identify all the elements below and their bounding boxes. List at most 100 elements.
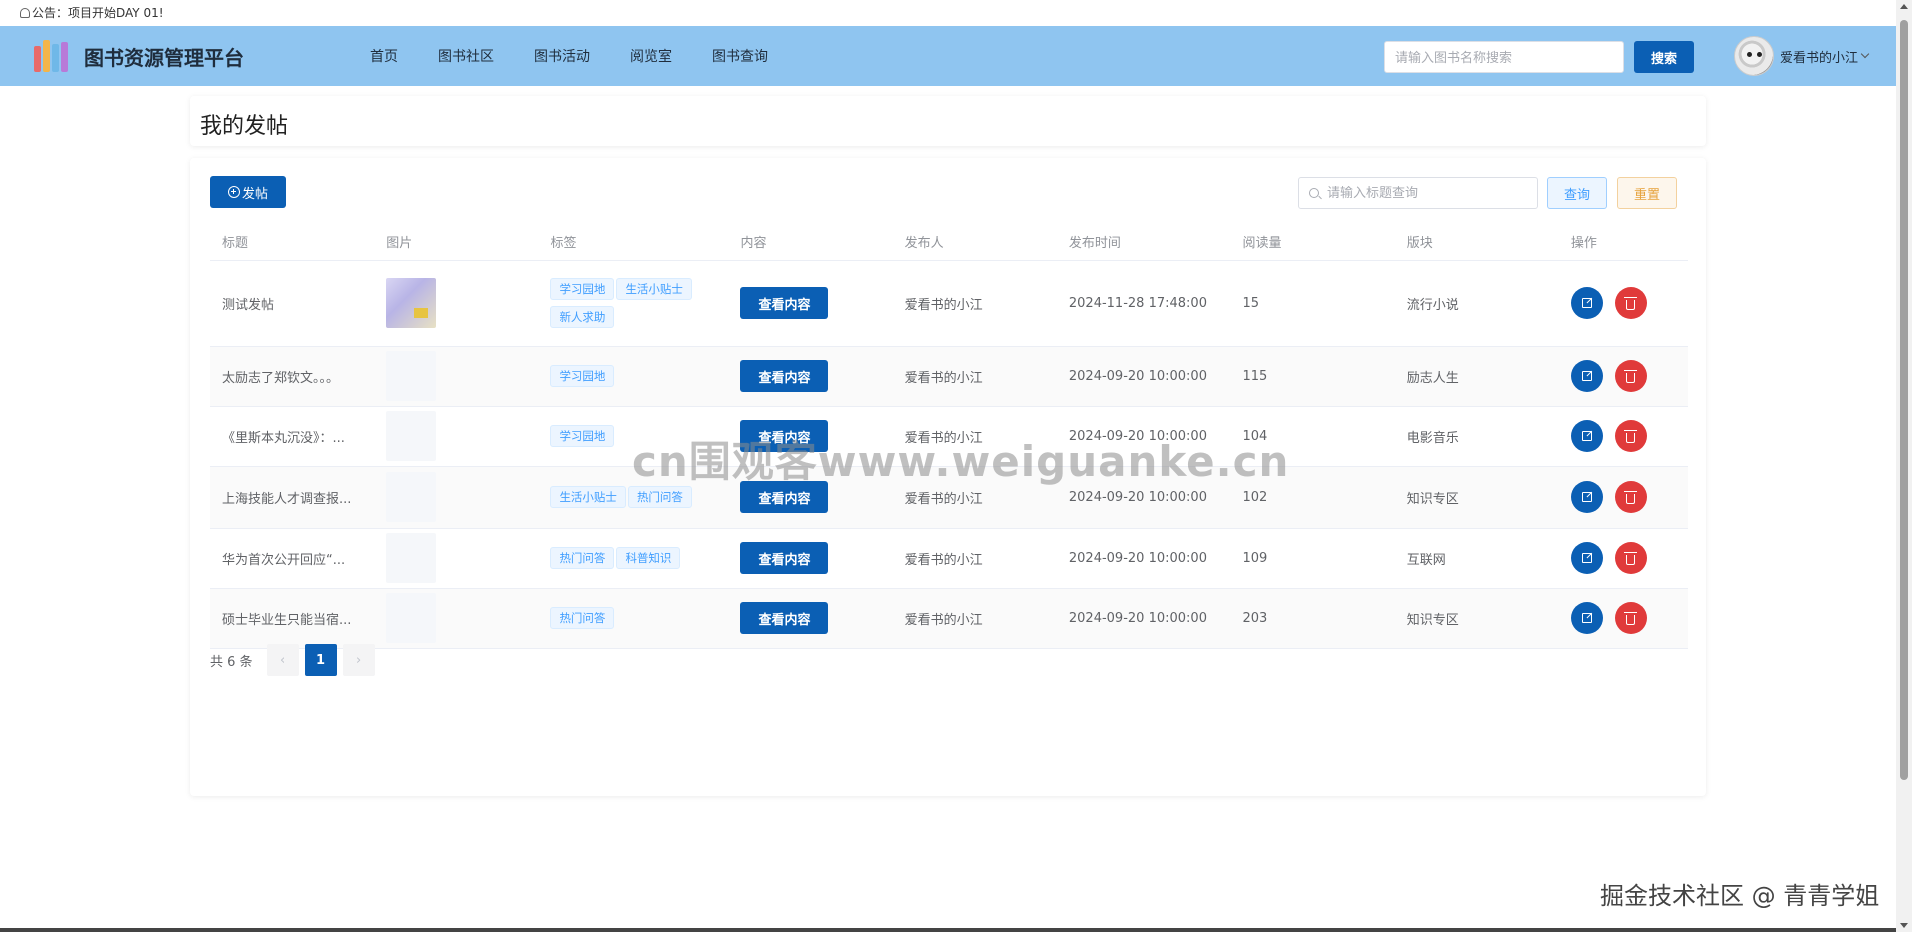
- post-title: 太励志了郑钦文。。。: [210, 346, 375, 407]
- post-title: 上海技能人才调查报...: [210, 466, 375, 529]
- post-image[interactable]: [386, 533, 437, 583]
- reset-button[interactable]: 重置: [1617, 177, 1677, 209]
- footer-watermark: 掘金技术社区 @ 青青学姐: [1600, 882, 1880, 910]
- delete-button[interactable]: [1614, 360, 1647, 392]
- post-image-cell: [374, 528, 539, 589]
- delete-button[interactable]: [1614, 602, 1647, 634]
- search-icon: [1309, 188, 1319, 198]
- nav-item-book-query[interactable]: 图书查询: [712, 46, 768, 66]
- post-tag: 新人求助: [550, 306, 615, 328]
- nav-item-reading-room[interactable]: 阅览室: [630, 46, 672, 66]
- post-image-cell: [374, 346, 539, 407]
- post-title: 硕士毕业生只能当宿...: [210, 588, 375, 649]
- notice-text: 公告：项目开始DAY 01!: [32, 6, 164, 20]
- view-content-button[interactable]: 查看内容: [740, 287, 829, 319]
- post-image-cell: [374, 406, 539, 467]
- logo[interactable]: 图书资源管理平台: [34, 40, 334, 72]
- post-image[interactable]: [386, 351, 437, 401]
- edit-button[interactable]: [1570, 602, 1603, 634]
- post-tag: 热门问答: [550, 547, 615, 569]
- delete-button[interactable]: [1614, 287, 1647, 319]
- post-actions-cell: [1558, 260, 1688, 347]
- scroll-down-icon[interactable]: [1900, 923, 1908, 928]
- books-logo-icon: [34, 40, 70, 72]
- page-scrollbar[interactable]: [1896, 0, 1912, 932]
- prev-page-button[interactable]: ‹: [266, 644, 299, 676]
- logo-title: 图书资源管理平台: [84, 45, 244, 70]
- query-button[interactable]: 查询: [1547, 177, 1607, 209]
- nav-item-community[interactable]: 图书社区: [438, 46, 494, 66]
- edit-button[interactable]: [1570, 360, 1603, 392]
- delete-icon: [1624, 296, 1638, 310]
- scroll-up-icon[interactable]: [1900, 4, 1908, 9]
- post-title: 华为首次公开回应“...: [210, 528, 375, 589]
- edit-icon: [1581, 553, 1592, 563]
- delete-icon: [1624, 369, 1638, 383]
- table-row: 太励志了郑钦文。。。 学习园地 查看内容 爱看书的小江 2024-09-20 1…: [210, 346, 1688, 407]
- page-title: 我的发帖: [200, 114, 289, 139]
- pagination-total: 共 6 条: [210, 654, 253, 670]
- post-section: 励志人生: [1394, 346, 1559, 407]
- table-row: 测试发帖 学习园地 生活小贴士 新人求助 查看内容 爱看书的小江 2024-11…: [210, 260, 1688, 347]
- column-header-time: 发布时间: [1056, 224, 1231, 261]
- post-image[interactable]: [386, 472, 437, 522]
- column-header-section: 版块: [1394, 224, 1559, 261]
- post-tags-cell: 学习园地: [538, 346, 729, 407]
- post-actions-cell: [1558, 466, 1688, 529]
- post-title: 测试发帖: [210, 260, 375, 347]
- view-content-button[interactable]: 查看内容: [740, 360, 829, 392]
- post-image[interactable]: [386, 278, 437, 328]
- title-search-field[interactable]: [1298, 177, 1538, 209]
- nav-item-home[interactable]: 首页: [370, 46, 398, 66]
- avatar[interactable]: [1734, 36, 1774, 76]
- delete-icon: [1624, 490, 1638, 504]
- view-content-button[interactable]: 查看内容: [740, 602, 829, 634]
- post-content-cell: 查看内容: [728, 588, 893, 649]
- delete-button[interactable]: [1614, 542, 1647, 574]
- page-title-card: 我的发帖: [190, 96, 1706, 146]
- post-section: 知识专区: [1394, 588, 1559, 649]
- page-number-button[interactable]: 1: [304, 644, 337, 676]
- edit-button[interactable]: [1570, 287, 1603, 319]
- post-actions-cell: [1558, 406, 1688, 467]
- post-author: 爱看书的小江: [892, 260, 1057, 347]
- post-author: 爱看书的小江: [892, 346, 1057, 407]
- edit-icon: [1581, 613, 1592, 623]
- post-reads: 115: [1230, 346, 1395, 407]
- view-content-button[interactable]: 查看内容: [740, 542, 829, 574]
- pagination: 共 6 条 ‹ 1 ›: [210, 644, 375, 676]
- new-post-button[interactable]: 发帖: [210, 176, 286, 208]
- edit-button[interactable]: [1570, 420, 1603, 452]
- post-actions-cell: [1558, 346, 1688, 407]
- post-image[interactable]: [386, 593, 437, 643]
- post-image[interactable]: [386, 411, 437, 461]
- post-tags-cell: 热门问答: [538, 588, 729, 649]
- edit-button[interactable]: [1570, 481, 1603, 513]
- post-section: 流行小说: [1394, 260, 1559, 347]
- post-image-cell: [374, 260, 539, 347]
- chevron-down-icon[interactable]: [1860, 49, 1870, 59]
- scrollbar-thumb[interactable]: [1900, 20, 1908, 780]
- main-nav: 首页 图书社区 图书活动 阅览室 图书查询: [370, 46, 808, 66]
- edit-icon: [1581, 371, 1592, 381]
- post-tags-cell: 热门问答 科普知识: [538, 528, 729, 589]
- column-header-reads: 阅读量: [1230, 224, 1395, 261]
- delete-button[interactable]: [1614, 420, 1647, 452]
- book-search-button[interactable]: 搜索: [1634, 41, 1694, 73]
- post-tag: 学习园地: [550, 365, 615, 387]
- new-post-label: 发帖: [241, 185, 268, 201]
- delete-icon: [1624, 611, 1638, 625]
- table-header-row: 标题 图片 标签 内容 发布人 发布时间 阅读量 版块 操作: [210, 224, 1688, 261]
- user-menu[interactable]: 爱看书的小江: [1734, 36, 1870, 76]
- nav-item-activities[interactable]: 图书活动: [534, 46, 590, 66]
- delete-button[interactable]: [1614, 481, 1647, 513]
- edit-button[interactable]: [1570, 542, 1603, 574]
- book-search-input[interactable]: [1384, 41, 1624, 73]
- post-content-cell: 查看内容: [728, 346, 893, 407]
- title-search-input[interactable]: [1327, 185, 1527, 201]
- post-content-cell: 查看内容: [728, 528, 893, 589]
- username[interactable]: 爱看书的小江: [1780, 47, 1858, 66]
- next-page-button[interactable]: ›: [342, 644, 375, 676]
- post-image-cell: [374, 466, 539, 529]
- plus-circle-icon: [227, 186, 240, 198]
